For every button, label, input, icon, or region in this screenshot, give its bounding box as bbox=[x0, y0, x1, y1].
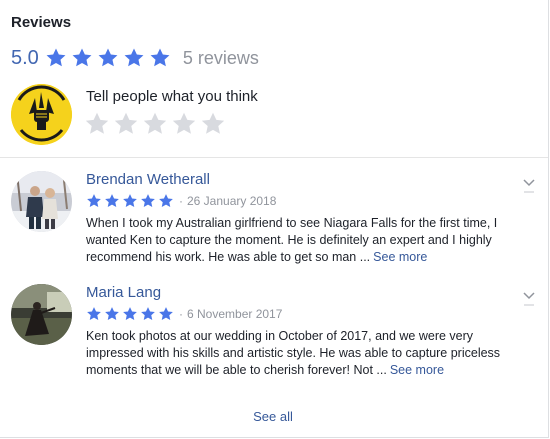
chevron-down-icon bbox=[523, 292, 535, 306]
star-icon bbox=[46, 48, 66, 67]
reviewer-avatar[interactable] bbox=[11, 284, 72, 345]
star-icon bbox=[105, 307, 119, 320]
separator-dot: · bbox=[179, 194, 183, 208]
average-score: 5.0 bbox=[11, 46, 39, 69]
see-more-link[interactable]: See more bbox=[390, 363, 444, 377]
rate-stars-input[interactable] bbox=[84, 111, 226, 137]
review-prompt: Tell people what you think bbox=[86, 88, 258, 105]
review-body: When I took my Australian girlfriend to … bbox=[86, 216, 498, 264]
review-stars bbox=[86, 306, 174, 322]
reviewer-name[interactable]: Maria Lang bbox=[86, 284, 161, 301]
star-icon bbox=[150, 48, 170, 67]
review-date[interactable]: 6 November 2017 bbox=[187, 307, 282, 321]
review-options-button[interactable] bbox=[521, 173, 537, 195]
see-all-link[interactable]: See all bbox=[0, 409, 546, 424]
reviewer-photo bbox=[11, 284, 72, 345]
summary-stars bbox=[45, 47, 171, 69]
star-icon[interactable] bbox=[142, 111, 168, 137]
star-icon bbox=[124, 48, 144, 67]
star-icon bbox=[87, 194, 101, 207]
star-icon bbox=[141, 194, 155, 207]
star-icon bbox=[105, 194, 119, 207]
star-icon bbox=[141, 307, 155, 320]
page-avatar bbox=[11, 84, 72, 145]
reviews-panel: Reviews 5.0 5 reviews Tell people what y… bbox=[0, 0, 549, 438]
review-text: When I took my Australian girlfriend to … bbox=[86, 215, 526, 266]
star-icon[interactable] bbox=[171, 111, 197, 137]
see-more-link[interactable]: See more bbox=[373, 250, 427, 264]
reviewer-name[interactable]: Brendan Wetherall bbox=[86, 171, 210, 188]
star-icon bbox=[123, 307, 137, 320]
review-text: Ken took photos at our wedding in Octobe… bbox=[86, 328, 526, 379]
star-icon[interactable] bbox=[200, 111, 226, 137]
star-icon bbox=[72, 48, 92, 67]
rating-summary: 5.0 5 reviews bbox=[11, 44, 259, 72]
raised-fist-logo bbox=[11, 84, 72, 145]
star-icon bbox=[87, 307, 101, 320]
divider bbox=[0, 157, 548, 158]
reviews-count[interactable]: 5 reviews bbox=[183, 48, 259, 69]
review-rating: · 6 November 2017 bbox=[86, 306, 282, 322]
review-options-button[interactable] bbox=[521, 286, 537, 308]
star-icon[interactable] bbox=[113, 111, 139, 137]
separator-dot: · bbox=[179, 307, 183, 321]
review-rating: · 26 January 2018 bbox=[86, 193, 276, 209]
reviewer-avatar[interactable] bbox=[11, 171, 72, 232]
star-icon bbox=[159, 307, 173, 320]
review-stars bbox=[86, 193, 174, 209]
section-title: Reviews bbox=[11, 14, 72, 31]
star-icon[interactable] bbox=[84, 111, 110, 137]
review-date[interactable]: 26 January 2018 bbox=[187, 194, 276, 208]
reviewer-photo bbox=[11, 171, 72, 232]
star-icon bbox=[98, 48, 118, 67]
star-icon bbox=[123, 194, 137, 207]
star-icon bbox=[159, 194, 173, 207]
chevron-down-icon bbox=[523, 179, 535, 193]
